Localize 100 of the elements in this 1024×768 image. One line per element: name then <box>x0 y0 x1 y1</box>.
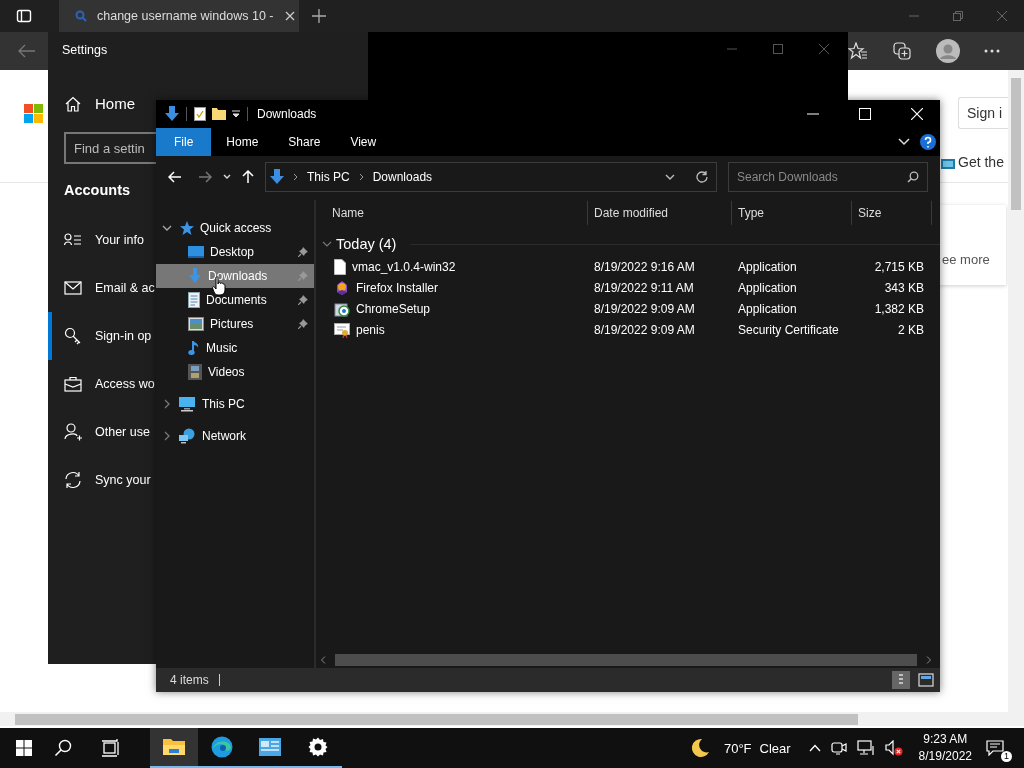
certificate-icon <box>334 321 350 338</box>
forward-arrow-icon[interactable] <box>198 171 212 183</box>
settings-nav-item[interactable]: Access wo <box>44 360 156 408</box>
tree-item[interactable]: Network <box>156 424 314 448</box>
logo-icon <box>24 104 43 123</box>
moon-icon[interactable] <box>689 738 710 758</box>
collapsed-chevron-icon[interactable] <box>162 399 172 409</box>
folder-icon[interactable] <box>212 107 226 121</box>
dropdown-icon[interactable] <box>232 110 240 118</box>
pin-icon[interactable] <box>298 319 308 329</box>
clock[interactable]: 9:23 AM 8/19/2022 <box>918 731 972 765</box>
column-header[interactable]: Name <box>316 201 588 225</box>
camera-icon[interactable] <box>830 740 847 756</box>
table-cell-text: 343 KB <box>883 280 925 295</box>
vertical-scrollbar[interactable] <box>1008 70 1024 712</box>
large-icons-view-icon[interactable] <box>918 673 934 687</box>
breadcrumb[interactable]: This PC <box>307 170 350 184</box>
table-cell-text: 2,715 KB <box>873 259 925 274</box>
new-tab-icon[interactable] <box>311 8 327 24</box>
breadcrumb-separator-icon <box>358 173 364 181</box>
expanded-chevron-icon[interactable] <box>322 239 332 249</box>
pictures-icon <box>188 317 204 331</box>
favorites-icon[interactable] <box>848 42 868 60</box>
horizontal-scrollbar[interactable] <box>0 712 1024 726</box>
pin-icon[interactable] <box>298 247 308 257</box>
settings-icon <box>308 737 328 757</box>
taskbar-app[interactable] <box>150 728 198 768</box>
collections-icon[interactable] <box>892 41 912 61</box>
get-app-link[interactable]: Get the <box>958 154 1004 170</box>
ribbon-tab[interactable]: Share <box>273 128 336 156</box>
address-bar[interactable]: This PC Downloads <box>265 162 717 192</box>
temperature[interactable]: 70°F <box>723 740 752 756</box>
properties-icon[interactable] <box>194 107 206 121</box>
document-icon <box>188 292 200 308</box>
weather-condition[interactable]: Clear <box>759 740 791 756</box>
ribbon-tab[interactable]: Home <box>211 128 274 156</box>
pin-icon[interactable] <box>298 295 308 305</box>
ribbon-tab[interactable]: File <box>156 128 212 156</box>
column-header[interactable]: Date modified <box>588 201 732 225</box>
avatar-icon[interactable] <box>936 39 960 63</box>
recent-locations-icon[interactable] <box>223 174 231 180</box>
table-cell-text: 8/19/2022 9:11 AM <box>593 280 695 295</box>
chevron-down-icon[interactable] <box>898 138 910 146</box>
breadcrumb[interactable]: Downloads <box>372 170 433 184</box>
table-cell-text: Application <box>737 280 798 295</box>
group-header[interactable]: Today (4) <box>316 232 940 256</box>
expanded-chevron-icon[interactable] <box>162 223 172 233</box>
home-icon <box>65 95 81 112</box>
settings-nav-item[interactable]: Sync your <box>44 456 156 504</box>
settings-nav-item[interactable]: Other use <box>44 408 156 456</box>
browser-tab[interactable]: change username windows 10 - <box>59 0 299 32</box>
volume-muted-icon[interactable] <box>884 740 903 756</box>
up-arrow-icon[interactable] <box>242 170 254 184</box>
search-field[interactable]: Find a settin <box>64 132 156 164</box>
settings-nav-item[interactable]: Your info <box>44 216 156 264</box>
tree-item[interactable]: Music <box>156 336 314 360</box>
collapsed-chevron-icon[interactable] <box>162 431 172 441</box>
tree-item[interactable]: Quick access <box>156 216 314 240</box>
more-icon[interactable] <box>984 49 1000 53</box>
column-header[interactable]: Type <box>732 201 852 225</box>
search-icon <box>907 171 919 183</box>
blank-file-icon <box>334 258 346 275</box>
search-icon[interactable] <box>54 739 72 757</box>
table-cell-text: Security Certificate <box>737 322 840 337</box>
tree-item[interactable]: Downloads <box>156 264 314 288</box>
caret-up-icon[interactable] <box>808 744 821 752</box>
column-header[interactable]: Size <box>852 201 932 225</box>
search-field[interactable]: Search Downloads <box>728 162 928 192</box>
tree-item[interactable]: Videos <box>156 360 314 384</box>
status-text: 4 items <box>170 673 209 687</box>
network-icon[interactable] <box>856 740 875 756</box>
tree-item[interactable]: Desktop <box>156 240 314 264</box>
ribbon-tab[interactable]: View <box>335 128 392 156</box>
star-icon <box>178 220 194 236</box>
table-cell-text: 2 KB <box>897 322 925 337</box>
file-name[interactable]: ChromeSetup <box>356 301 431 316</box>
table-cell-text: 1,382 KB <box>873 301 925 316</box>
task-view-icon[interactable] <box>102 739 120 757</box>
see-more-link[interactable]: ee more <box>942 252 990 267</box>
tab-actions-icon[interactable] <box>16 8 32 24</box>
table-cell-text: 8/19/2022 9:09 AM <box>593 301 696 316</box>
help-icon[interactable] <box>920 134 936 150</box>
tree-item[interactable]: This PC <box>156 392 314 416</box>
tree-item[interactable]: Pictures <box>156 312 314 336</box>
download-icon[interactable] <box>165 106 179 122</box>
download-icon <box>270 169 284 185</box>
file-name[interactable]: vmac_v1.0.4-win32 <box>352 259 456 274</box>
control-panel-icon <box>259 738 281 756</box>
home-nav-item[interactable]: Home <box>65 95 156 112</box>
chevron-down-icon[interactable] <box>665 174 675 180</box>
file-name[interactable]: penis <box>356 322 385 337</box>
restore-icon[interactable] <box>952 10 964 22</box>
sign-in-button[interactable]: Sign i <box>958 97 1008 129</box>
start-icon[interactable] <box>16 740 32 756</box>
person-add-icon <box>64 423 82 441</box>
details-view-icon[interactable] <box>892 671 910 689</box>
settings-nav-item[interactable]: Email & ac <box>44 264 156 312</box>
refresh-icon[interactable] <box>696 171 708 183</box>
file-name[interactable]: Firefox Installer <box>356 280 439 295</box>
notification-icon[interactable] <box>986 740 1004 756</box>
